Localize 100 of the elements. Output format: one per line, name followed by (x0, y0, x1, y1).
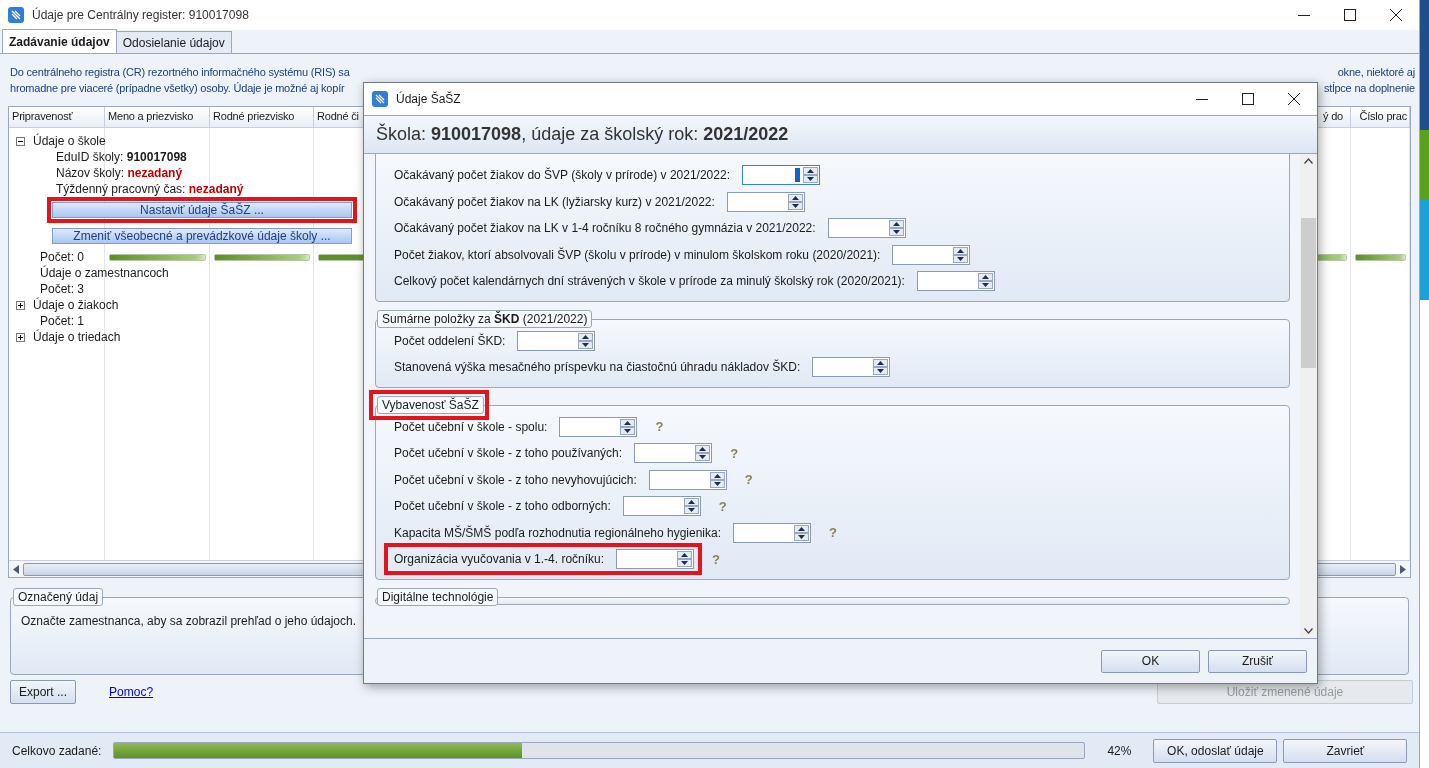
field-label: Kapacita MŠ/ŠMŠ podľa rozhodnutia regionálneho hygienika: (394, 525, 722, 540)
spin-down-button[interactable] (802, 175, 818, 184)
number-input[interactable] (622, 496, 701, 517)
number-input[interactable] (726, 191, 805, 212)
collapse-box-icon[interactable] (16, 136, 25, 146)
spin-up-button[interactable] (787, 193, 803, 202)
scroll-up-icon[interactable] (1304, 158, 1313, 164)
text-cursor (794, 168, 800, 183)
count-label: Počet: 1 (40, 314, 85, 328)
spin-up-button[interactable] (695, 445, 711, 454)
spin-down-button[interactable] (709, 479, 725, 488)
spin-down-button[interactable] (677, 559, 693, 568)
tree-action-button[interactable]: Nastaviť údaje ŠaŠZ ... (52, 202, 352, 218)
spin-up-button[interactable] (873, 359, 889, 368)
number-input[interactable] (827, 218, 906, 239)
spin-down-button[interactable] (873, 367, 889, 376)
close-icon (1390, 9, 1402, 21)
tree-item[interactable]: Údaje o žiakoch (33, 298, 119, 312)
down-triangle-icon (798, 534, 806, 539)
column-header[interactable]: Rodné priezvisko (210, 107, 314, 127)
spin-up-button[interactable] (794, 524, 810, 533)
footer-button[interactable]: Zavrieť (1283, 738, 1408, 763)
column-header[interactable]: Meno a priezvisko (105, 107, 210, 127)
field-label: Očakávaný počet žiakov na LK (lyžiarsky kurz) v 2021/2022: (394, 194, 715, 209)
group-legend: Sumárne položky za ŠKD (2021/2022) (377, 309, 593, 328)
spin-up-button[interactable] (620, 418, 636, 427)
down-triangle-icon (981, 283, 989, 288)
dialog-button[interactable]: Zrušiť (1208, 649, 1307, 673)
up-triangle-icon (713, 473, 721, 478)
spin-down-button[interactable] (683, 506, 699, 515)
column-header[interactable]: Číslo prac (1351, 107, 1410, 127)
number-input[interactable] (733, 522, 812, 543)
count-label: Počet: 3 (40, 282, 85, 296)
spin-up-button[interactable] (677, 551, 693, 560)
expand-box-icon[interactable] (16, 300, 25, 310)
number-input[interactable] (616, 549, 695, 570)
spin-down-button[interactable] (888, 228, 904, 237)
scroll-left-icon[interactable] (13, 564, 19, 574)
up-triangle-icon (582, 334, 590, 339)
dialog-button[interactable]: OK (1101, 649, 1200, 673)
help-mark[interactable]: ? (655, 419, 664, 435)
tab[interactable]: Odosielanie údajov (115, 31, 232, 53)
number-input[interactable] (741, 165, 820, 186)
spin-down-button[interactable] (620, 426, 636, 435)
up-triangle-icon (791, 195, 799, 200)
number-input[interactable] (559, 416, 638, 437)
field-label: Celkový počet kalendárnych dní strávených v škole v prírode za minulý školský rok (2020/2021): (394, 274, 905, 289)
help-link[interactable]: Pomoc? (109, 685, 154, 699)
expand-box-icon[interactable] (16, 332, 25, 342)
up-triangle-icon (981, 275, 989, 280)
spin-down-button[interactable] (794, 532, 810, 541)
spin-down-button[interactable] (578, 340, 594, 349)
field-label: Počet oddelení ŠKD: (394, 333, 506, 348)
help-mark[interactable]: ? (829, 525, 837, 541)
down-triangle-icon (957, 256, 965, 261)
number-input[interactable] (812, 357, 891, 378)
close-icon (1288, 93, 1300, 105)
column-header[interactable]: Pripravenosť (9, 107, 105, 127)
number-input[interactable] (916, 271, 995, 292)
spin-up-button[interactable] (683, 498, 699, 507)
tab[interactable]: Zadávanie údajov (2, 29, 117, 53)
tree-item[interactable]: Údaje o zamestnancoch (40, 266, 169, 280)
scroll-right-icon[interactable] (1400, 564, 1406, 574)
spin-down-button[interactable] (953, 254, 969, 263)
spin-down-button[interactable] (977, 281, 993, 290)
number-input[interactable] (892, 244, 971, 265)
down-triangle-icon (681, 561, 689, 566)
spin-up-button[interactable] (802, 167, 818, 176)
number-input[interactable] (648, 469, 727, 490)
spin-up-button[interactable] (709, 471, 725, 480)
tree-action-button[interactable]: Zmeniť všeobecné a prevádzkové údaje školy ... (52, 228, 352, 244)
dialog-title: Údaje ŠaŠZ (396, 92, 461, 106)
number-input[interactable] (517, 330, 596, 351)
tree-item[interactable]: Údaje o triedach (33, 330, 121, 344)
footer-button[interactable]: OK, odoslať údaje (1153, 738, 1278, 763)
export-button[interactable]: Export ... (10, 680, 77, 704)
field-label: Očakávaný počet žiakov do ŠVP (školy v prírode) v 2021/2022: (394, 168, 730, 183)
down-triangle-icon (892, 230, 900, 235)
spin-up-button[interactable] (888, 220, 904, 229)
scrollbar-thumb[interactable] (1301, 218, 1316, 368)
tree-item[interactable]: Údaje o škole (33, 134, 106, 148)
help-mark[interactable]: ? (718, 498, 727, 514)
spin-down-button[interactable] (787, 201, 803, 210)
spin-up-button[interactable] (578, 332, 594, 341)
spin-up-button[interactable] (977, 273, 993, 282)
number-input[interactable] (634, 443, 713, 464)
up-triangle-icon (687, 500, 695, 505)
description-text: Do centrálneho registra (CR) rezortného informačného systému (RIS) sa (10, 65, 350, 80)
help-mark[interactable]: ? (730, 445, 739, 461)
progress-bar (1355, 253, 1406, 261)
scroll-down-icon[interactable] (1304, 628, 1313, 634)
up-triangle-icon (798, 526, 806, 531)
field-label: Stanovená výška mesačného príspevku na čiastočnú úhradu nákladov ŠKD: (394, 360, 801, 375)
help-mark[interactable]: ? (744, 472, 753, 488)
spin-up-button[interactable] (953, 246, 969, 255)
window-title: Údaje pre Centrálny register: 910017098 (32, 8, 249, 22)
up-triangle-icon (892, 222, 900, 227)
maximize-icon (1344, 9, 1356, 21)
up-triangle-icon (624, 420, 632, 425)
spin-down-button[interactable] (695, 453, 711, 462)
